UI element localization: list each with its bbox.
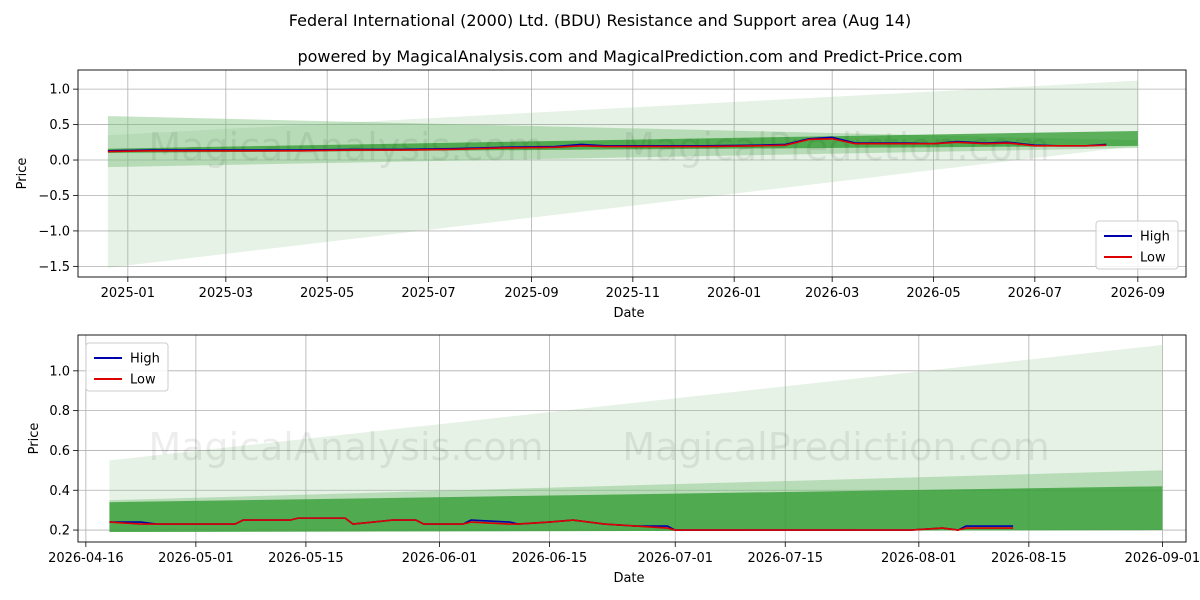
y-tick-label: −1.5: [38, 260, 70, 275]
x-tick-label: 2026-05: [906, 286, 960, 301]
y-axis-label: Price: [27, 423, 42, 455]
legend: High Low: [85, 342, 169, 392]
y-tick-label: −1.0: [38, 224, 70, 239]
x-tick-label: 2025-05: [300, 286, 354, 301]
plots: 2025-01 2025-03 2025-05 2025-07 2025-09 2025-…: [15, 69, 1200, 586]
legend-label-low: Low: [1140, 251, 1166, 266]
y-tick-label: 0.8: [49, 404, 70, 419]
x-tick-label: 2025-11: [606, 286, 660, 301]
y-tick-labels: 1.0 0.8 0.6 0.4 0.2: [49, 364, 70, 538]
support-resistance-bands: [107, 80, 1138, 268]
x-tick-label: 2025-09: [504, 286, 558, 301]
watermark-text: MagicalPrediction.com: [622, 425, 1050, 469]
y-tick-label: 1.0: [49, 83, 70, 98]
y-tick-label: 0.4: [49, 484, 70, 499]
x-tick-label: 2025-03: [199, 286, 253, 301]
x-tick-label: 2026-07: [1008, 286, 1062, 301]
x-tick-label: 2026-06-15: [512, 551, 588, 566]
watermark-text: MagicalAnalysis.com: [148, 425, 543, 469]
x-tick-label: 2026-06-01: [402, 551, 478, 566]
x-axis-label: Date: [613, 571, 644, 586]
legend-label-high: High: [1140, 230, 1170, 245]
y-tick-labels: 1.0 0.5 0.0 −0.5 −1.0 −1.5: [38, 83, 70, 275]
x-tick-label: 2026-09-01: [1125, 551, 1200, 566]
x-tick-label: 2026-07-15: [747, 551, 823, 566]
y-tick-label: 1.0: [49, 364, 70, 379]
y-tick-label: −0.5: [38, 189, 70, 204]
y-tick-label: 0.6: [49, 444, 70, 459]
x-tick-label: 2026-04-16: [48, 551, 124, 566]
x-axis-label: Date: [613, 306, 644, 321]
plot-panel-2: 2026-04-16 2026-05-01 2026-05-15 2026-06-01…: [27, 334, 1200, 586]
legend-label-low: Low: [130, 373, 156, 388]
y-axis-label: Price: [15, 158, 30, 190]
x-tick-labels: 2026-04-16 2026-05-01 2026-05-15 2026-06-01…: [48, 551, 1200, 566]
y-tick-label: 0.0: [49, 154, 70, 169]
x-tick-labels: 2025-01 2025-03 2025-05 2025-07 2025-09 2025-…: [101, 286, 1165, 301]
x-tick-label: 2026-03: [805, 286, 859, 301]
x-tick-label: 2026-09: [1111, 286, 1165, 301]
x-tick-label: 2025-01: [101, 286, 155, 301]
chart-figure: Federal International (2000) Ltd. (BDU) …: [15, 11, 1200, 586]
plot-panel-1: 2025-01 2025-03 2025-05 2025-07 2025-09 2025-…: [15, 69, 1187, 321]
y-tick-label: 0.5: [49, 118, 70, 133]
band-light: [107, 80, 1138, 268]
x-tick-label: 2026-05-15: [268, 551, 344, 566]
legend: High Low: [1095, 220, 1179, 270]
x-tick-label: 2025-07: [401, 286, 455, 301]
chart-title: Federal International (2000) Ltd. (BDU) …: [289, 11, 911, 30]
legend-label-high: High: [130, 352, 160, 367]
y-tick-label: 0.2: [49, 524, 70, 539]
x-tick-label: 2026-08-15: [991, 551, 1067, 566]
legend-box: [85, 342, 169, 392]
legend-box: [1095, 220, 1179, 270]
x-tick-label: 2026-05-01: [158, 551, 234, 566]
chart-subtitle: powered by MagicalAnalysis.com and Magic…: [297, 47, 962, 66]
x-tick-label: 2026-07-01: [637, 551, 713, 566]
x-tick-label: 2026-08-01: [881, 551, 957, 566]
x-tick-label: 2026-01: [707, 286, 761, 301]
